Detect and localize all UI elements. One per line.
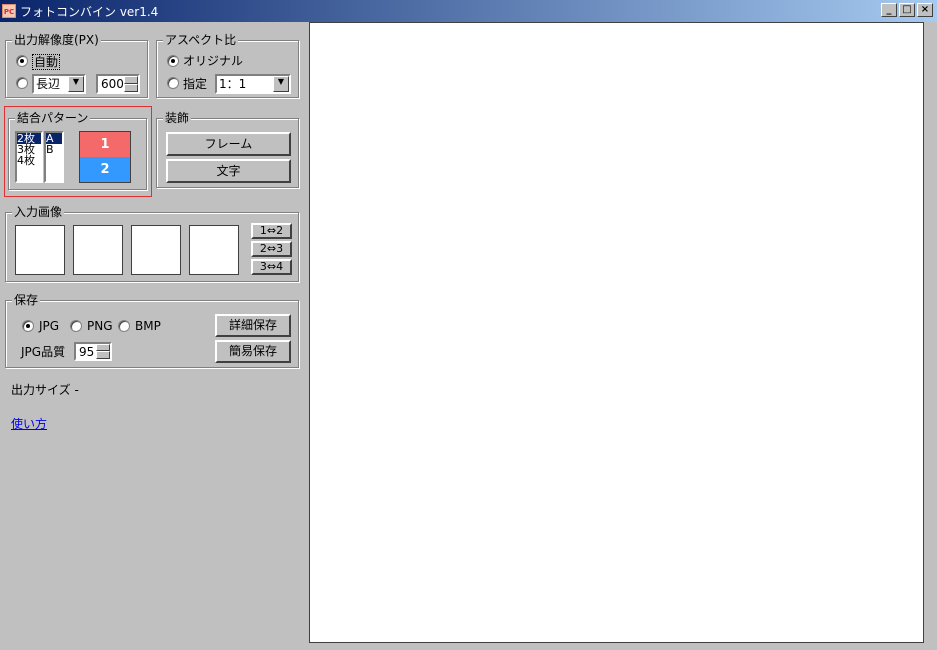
- bmp-label: BMP: [135, 319, 161, 333]
- pattern-slot-2: 2: [80, 157, 130, 182]
- spin-up-icon[interactable]: [124, 76, 138, 84]
- swap-1-2-button[interactable]: 1⇔2: [251, 223, 292, 239]
- chevron-down-icon[interactable]: ▼: [273, 76, 289, 92]
- size-spinner[interactable]: 600: [96, 74, 140, 94]
- window-title: フォトコンバイン ver1.4: [20, 4, 159, 19]
- png-radio[interactable]: [70, 320, 82, 332]
- output-size-text: 出力サイズ -: [11, 383, 79, 397]
- input-image-1[interactable]: [15, 225, 65, 275]
- side-select-value: 長辺: [36, 77, 61, 91]
- chevron-down-icon[interactable]: ▼: [68, 76, 84, 92]
- title-bar[interactable]: PC フォトコンバイン ver1.4 _ □ ×: [0, 0, 937, 22]
- jpg-label: JPG: [39, 319, 60, 333]
- frame-button[interactable]: フレーム: [166, 132, 291, 156]
- spin-down-icon[interactable]: [124, 84, 138, 92]
- count-list[interactable]: 2枚 3枚 4枚: [15, 131, 43, 183]
- png-label: PNG: [87, 319, 113, 333]
- minimize-button[interactable]: _: [881, 3, 897, 17]
- original-label: オリジナル: [183, 54, 244, 68]
- aspect-group: アスペクト比 オリジナル 指定 1：1 ▼: [156, 33, 299, 98]
- quality-spinner[interactable]: 95: [74, 342, 112, 361]
- specify-label: 指定: [183, 77, 208, 91]
- auto-radio[interactable]: [16, 55, 28, 67]
- pattern-slot-1: 1: [80, 132, 130, 157]
- size-spinner-value: 600: [101, 77, 124, 91]
- pattern-legend: 結合パターン: [15, 111, 91, 125]
- side-select[interactable]: 長辺 ▼: [32, 74, 86, 94]
- quality-value: 95: [79, 345, 95, 359]
- ratio-select-value: 1：1: [219, 77, 247, 91]
- input-group: 入力画像 1⇔2 2⇔3 3⇔4: [5, 205, 299, 282]
- input-image-3[interactable]: [131, 225, 181, 275]
- type-item-b[interactable]: B: [46, 144, 62, 155]
- decoration-group: 装飾 フレーム 文字: [156, 111, 299, 188]
- original-radio[interactable]: [167, 55, 179, 67]
- maximize-button[interactable]: □: [899, 3, 915, 17]
- input-image-4[interactable]: [189, 225, 239, 275]
- swap-2-3-button[interactable]: 2⇔3: [251, 241, 292, 257]
- spin-down-icon[interactable]: [96, 351, 110, 359]
- resolution-legend: 出力解像度(PX): [12, 33, 101, 47]
- auto-label: 自動: [32, 54, 61, 70]
- save-group: 保存 JPG PNG BMP JPG品質 95 詳細保存 簡易保存: [5, 293, 299, 368]
- spin-up-icon[interactable]: [96, 344, 110, 351]
- jpg-radio[interactable]: [22, 320, 34, 332]
- aspect-legend: アスペクト比: [163, 33, 239, 47]
- text-button[interactable]: 文字: [166, 159, 291, 183]
- manual-radio[interactable]: [16, 77, 28, 89]
- simple-save-button[interactable]: 簡易保存: [215, 340, 291, 363]
- swap-3-4-button[interactable]: 3⇔4: [251, 259, 292, 275]
- preview-canvas[interactable]: [309, 22, 924, 643]
- close-button[interactable]: ×: [917, 3, 933, 17]
- count-item-4[interactable]: 4枚: [17, 155, 41, 166]
- specify-radio[interactable]: [167, 77, 179, 89]
- save-legend: 保存: [12, 293, 41, 307]
- decoration-legend: 装飾: [163, 111, 192, 125]
- resolution-group: 出力解像度(PX) 自動 長辺 ▼ 600: [5, 33, 148, 98]
- bmp-radio[interactable]: [118, 320, 130, 332]
- pattern-preview: 1 2: [79, 131, 131, 183]
- type-list[interactable]: A B: [44, 131, 64, 183]
- ratio-select[interactable]: 1：1 ▼: [215, 74, 291, 94]
- app-window: PC フォトコンバイン ver1.4 _ □ × 出力解像度(PX) 自動 長辺…: [0, 0, 937, 650]
- input-image-2[interactable]: [73, 225, 123, 275]
- pattern-group: 結合パターン 2枚 3枚 4枚 A B 1 2: [8, 111, 147, 190]
- input-legend: 入力画像: [12, 205, 65, 219]
- app-icon: PC: [2, 4, 16, 18]
- detail-save-button[interactable]: 詳細保存: [215, 314, 291, 337]
- usage-link[interactable]: 使い方: [11, 415, 47, 432]
- quality-label: JPG品質: [21, 345, 66, 359]
